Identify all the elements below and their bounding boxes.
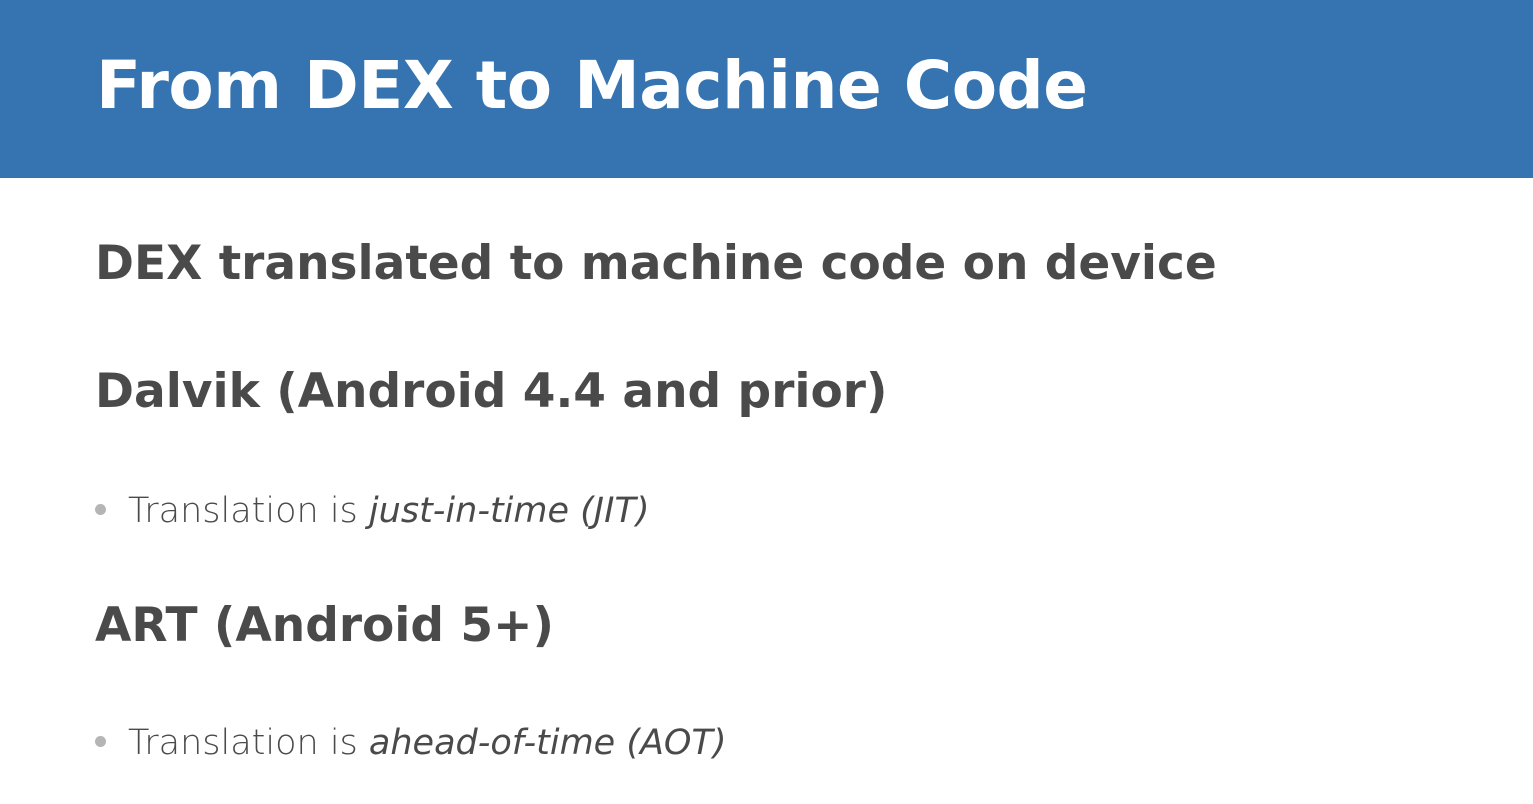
bullet-dalvik-jit: Translation is just-in-time (JIT) [95, 488, 650, 534]
heading-art: ART (Android 5+) [95, 598, 554, 653]
bullet-text-prefix: Translation is [128, 491, 369, 531]
title-bar: From DEX to Machine Code [0, 0, 1533, 178]
bullet-dot-icon [95, 503, 106, 515]
bullet-text-prefix: Translation is [128, 723, 369, 763]
slide: From DEX to Machine Code DEX translated … [0, 0, 1533, 804]
slide-title: From DEX to Machine Code [96, 47, 1088, 124]
heading-dex-translation: DEX translated to machine code on device [95, 236, 1217, 291]
heading-dalvik: Dalvik (Android 4.4 and prior) [95, 364, 888, 419]
bullet-dot-icon [95, 735, 106, 747]
bullet-text-emphasis: ahead-of-time (AOT) [368, 723, 727, 763]
bullet-text-emphasis: just-in-time (JIT) [368, 491, 650, 531]
bullet-art-aot: Translation is ahead-of-time (AOT) [95, 720, 727, 766]
